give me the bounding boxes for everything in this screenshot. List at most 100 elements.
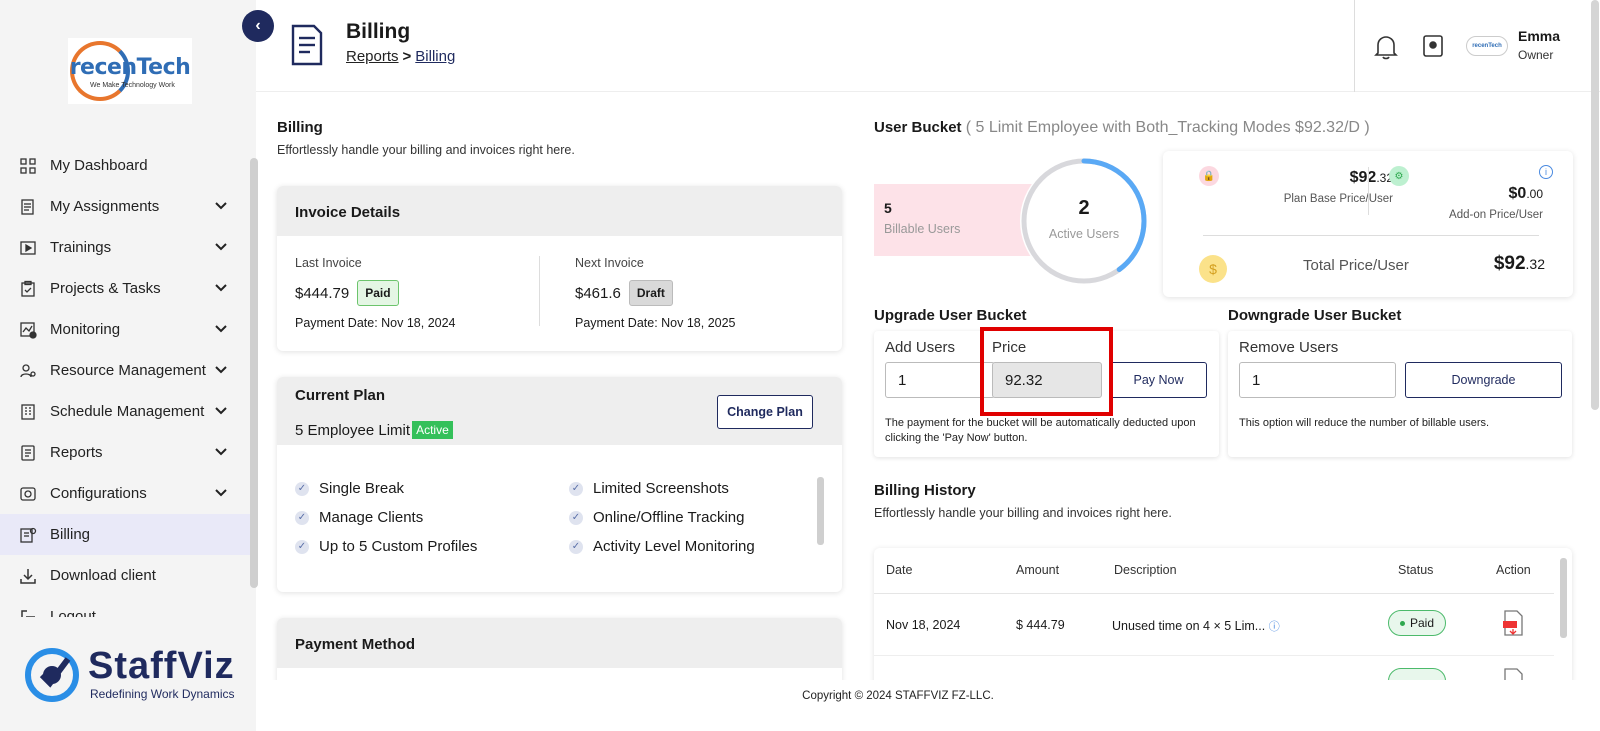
row-amount: $ 444.79 xyxy=(1016,618,1065,632)
sidebar-item-label: Projects & Tasks xyxy=(50,280,161,297)
check-icon: ✓ xyxy=(295,481,309,496)
current-plan-title: Current Plan xyxy=(295,387,386,404)
next-invoice-status-badge: Draft xyxy=(628,280,673,306)
sidebar-item-trainings[interactable]: Trainings xyxy=(0,227,250,268)
downgrade-bucket-title: Downgrade User Bucket xyxy=(1228,307,1402,324)
plan-feature: ✓ Manage Clients xyxy=(295,509,423,526)
page-scrollbar[interactable] xyxy=(1591,0,1599,410)
downgrade-note: This option will reduce the number of bi… xyxy=(1239,417,1490,429)
invoice-divider xyxy=(539,256,540,326)
plan-feature-label: Manage Clients xyxy=(319,509,424,526)
addon-price-main: $0 xyxy=(1508,185,1527,202)
sidebar-item-label: Logout xyxy=(50,608,96,617)
help-book-icon[interactable] xyxy=(1422,34,1444,63)
pdf-download-icon[interactable] xyxy=(1502,610,1524,639)
payment-method-title: Payment Method xyxy=(277,618,842,668)
column-amount: Amount xyxy=(1016,563,1060,577)
monitoring-icon xyxy=(18,320,38,340)
sidebar-item-reports[interactable]: Reports xyxy=(0,432,250,473)
downgrade-button[interactable]: Downgrade xyxy=(1405,362,1562,398)
row-status-badge: Paid xyxy=(1388,610,1446,636)
upgrade-note: The payment for the bucket will be autom… xyxy=(885,417,1196,444)
lock-icon: 🔒 xyxy=(1199,166,1219,186)
plan-features-scrollbar[interactable] xyxy=(817,477,824,545)
sidebar-item-label: Reports xyxy=(50,444,103,461)
sidebar-item-billing[interactable]: Billing xyxy=(0,514,250,555)
sidebar-item-my-dashboard[interactable]: My Dashboard xyxy=(0,145,250,186)
plan-feature: ✓ Limited Screenshots xyxy=(569,480,729,497)
sidebar-item-configurations[interactable]: Configurations xyxy=(0,473,250,514)
document-icon xyxy=(18,443,38,463)
chevron-down-icon xyxy=(214,485,228,503)
sidebar-item-projects-tasks[interactable]: Projects & Tasks xyxy=(0,268,250,309)
next-invoice: Next Invoice $461.6 Draft Payment Date: N… xyxy=(575,256,736,330)
row-status-text: Paid xyxy=(1409,616,1435,630)
sidebar-item-label: My Dashboard xyxy=(50,157,148,174)
page-title: Billing xyxy=(346,20,411,43)
sidebar-scrollbar[interactable] xyxy=(250,158,258,588)
info-icon[interactable]: i xyxy=(1539,165,1553,179)
last-invoice: Last Invoice $444.79 Paid Payment Date: N… xyxy=(295,256,456,330)
plan-feature-label: Activity Level Monitoring xyxy=(593,538,755,555)
change-plan-button[interactable]: Change Plan xyxy=(717,395,813,429)
plan-feature: ✓ Single Break xyxy=(295,480,404,497)
gear-icon: ⚙ xyxy=(1389,166,1409,186)
plan-feature-label: Online/Offline Tracking xyxy=(593,509,745,526)
billable-users-count: 5 xyxy=(884,200,892,216)
last-invoice-date: Payment Date: Nov 18, 2024 xyxy=(295,316,456,330)
brand-logo[interactable]: recenTech We Make Technology Work xyxy=(68,38,192,104)
check-icon: ✓ xyxy=(295,510,309,525)
plan-feature-label: Single Break xyxy=(319,480,405,497)
bell-icon[interactable] xyxy=(1374,34,1398,65)
breadcrumb-billing-link[interactable]: Billing xyxy=(415,48,455,65)
column-description: Description xyxy=(1114,563,1177,577)
price-summary-card: 🔒 $92.32 Plan Base Price/User ⚙ i $0.00 … xyxy=(1163,151,1573,297)
plan-feature: ✓ Up to 5 Custom Profiles xyxy=(295,538,477,555)
company-avatar[interactable]: recenTech xyxy=(1466,36,1508,56)
sidebar-item-schedule-management[interactable]: Schedule Management xyxy=(0,391,250,432)
clipboard-icon xyxy=(18,279,38,299)
chevron-down-icon xyxy=(214,362,228,380)
row-description-text: Unused time on 4 × 5 Lim... xyxy=(1112,619,1266,633)
sidebar-item-logout[interactable]: Logout xyxy=(0,596,250,617)
upgrade-bucket-title: Upgrade User Bucket xyxy=(874,307,1027,324)
pay-now-button[interactable]: Pay Now xyxy=(1110,362,1207,398)
sidebar-item-label: Download client xyxy=(50,567,156,584)
sidebar-collapse-button[interactable]: ‹ xyxy=(242,10,274,42)
chevron-down-icon xyxy=(214,321,228,339)
current-plan-card: Current Plan 5 Employee Limit Active Chan… xyxy=(277,377,842,592)
header-divider xyxy=(1354,0,1355,92)
building-icon xyxy=(18,402,38,422)
price-horizontal-divider xyxy=(1203,235,1539,236)
sidebar-item-monitoring[interactable]: Monitoring xyxy=(0,309,250,350)
sidebar-item-resource-management[interactable]: Resource Management xyxy=(0,350,250,391)
billing-icon xyxy=(18,525,38,545)
check-icon: ✓ xyxy=(295,539,309,554)
invoice-details-card: Invoice Details Last Invoice $444.79 Paid… xyxy=(277,186,842,351)
user-bucket-title-text: User Bucket xyxy=(874,119,962,136)
assignments-icon xyxy=(18,197,38,217)
staffviz-mark-icon xyxy=(25,648,79,702)
billing-history-scrollbar[interactable] xyxy=(1560,558,1567,638)
plan-feature: ✓ Online/Offline Tracking xyxy=(569,509,744,526)
user-name[interactable]: Emma xyxy=(1518,28,1560,44)
breadcrumb: Reports > Billing xyxy=(346,48,455,65)
sidebar-item-my-assignments[interactable]: My Assignments xyxy=(0,186,250,227)
remove-users-label: Remove Users xyxy=(1239,339,1339,356)
remove-users-input[interactable]: 1 xyxy=(1239,362,1396,398)
add-users-input[interactable]: 1 xyxy=(885,362,995,398)
active-users-label: Active Users xyxy=(1048,227,1120,241)
billing-section-subtitle: Effortlessly handle your billing and inv… xyxy=(277,143,575,157)
total-price-decimals: .32 xyxy=(1525,256,1545,272)
chevron-down-icon xyxy=(214,403,228,421)
active-users-ring: 2 Active Users xyxy=(1016,153,1152,289)
table-header: Date Amount Description Status Action xyxy=(874,548,1554,594)
company-avatar-text: recenTech xyxy=(1472,43,1502,49)
billing-history-subtitle: Effortlessly handle your billing and inv… xyxy=(874,506,1172,520)
info-icon[interactable]: ⓘ xyxy=(1269,621,1280,633)
logout-icon xyxy=(18,607,38,617)
sidebar-item-download-client[interactable]: Download client xyxy=(0,555,250,596)
addon-price-label: Add-on Price/User xyxy=(1449,209,1543,221)
download-icon xyxy=(18,566,38,586)
breadcrumb-reports-link[interactable]: Reports xyxy=(346,48,399,65)
